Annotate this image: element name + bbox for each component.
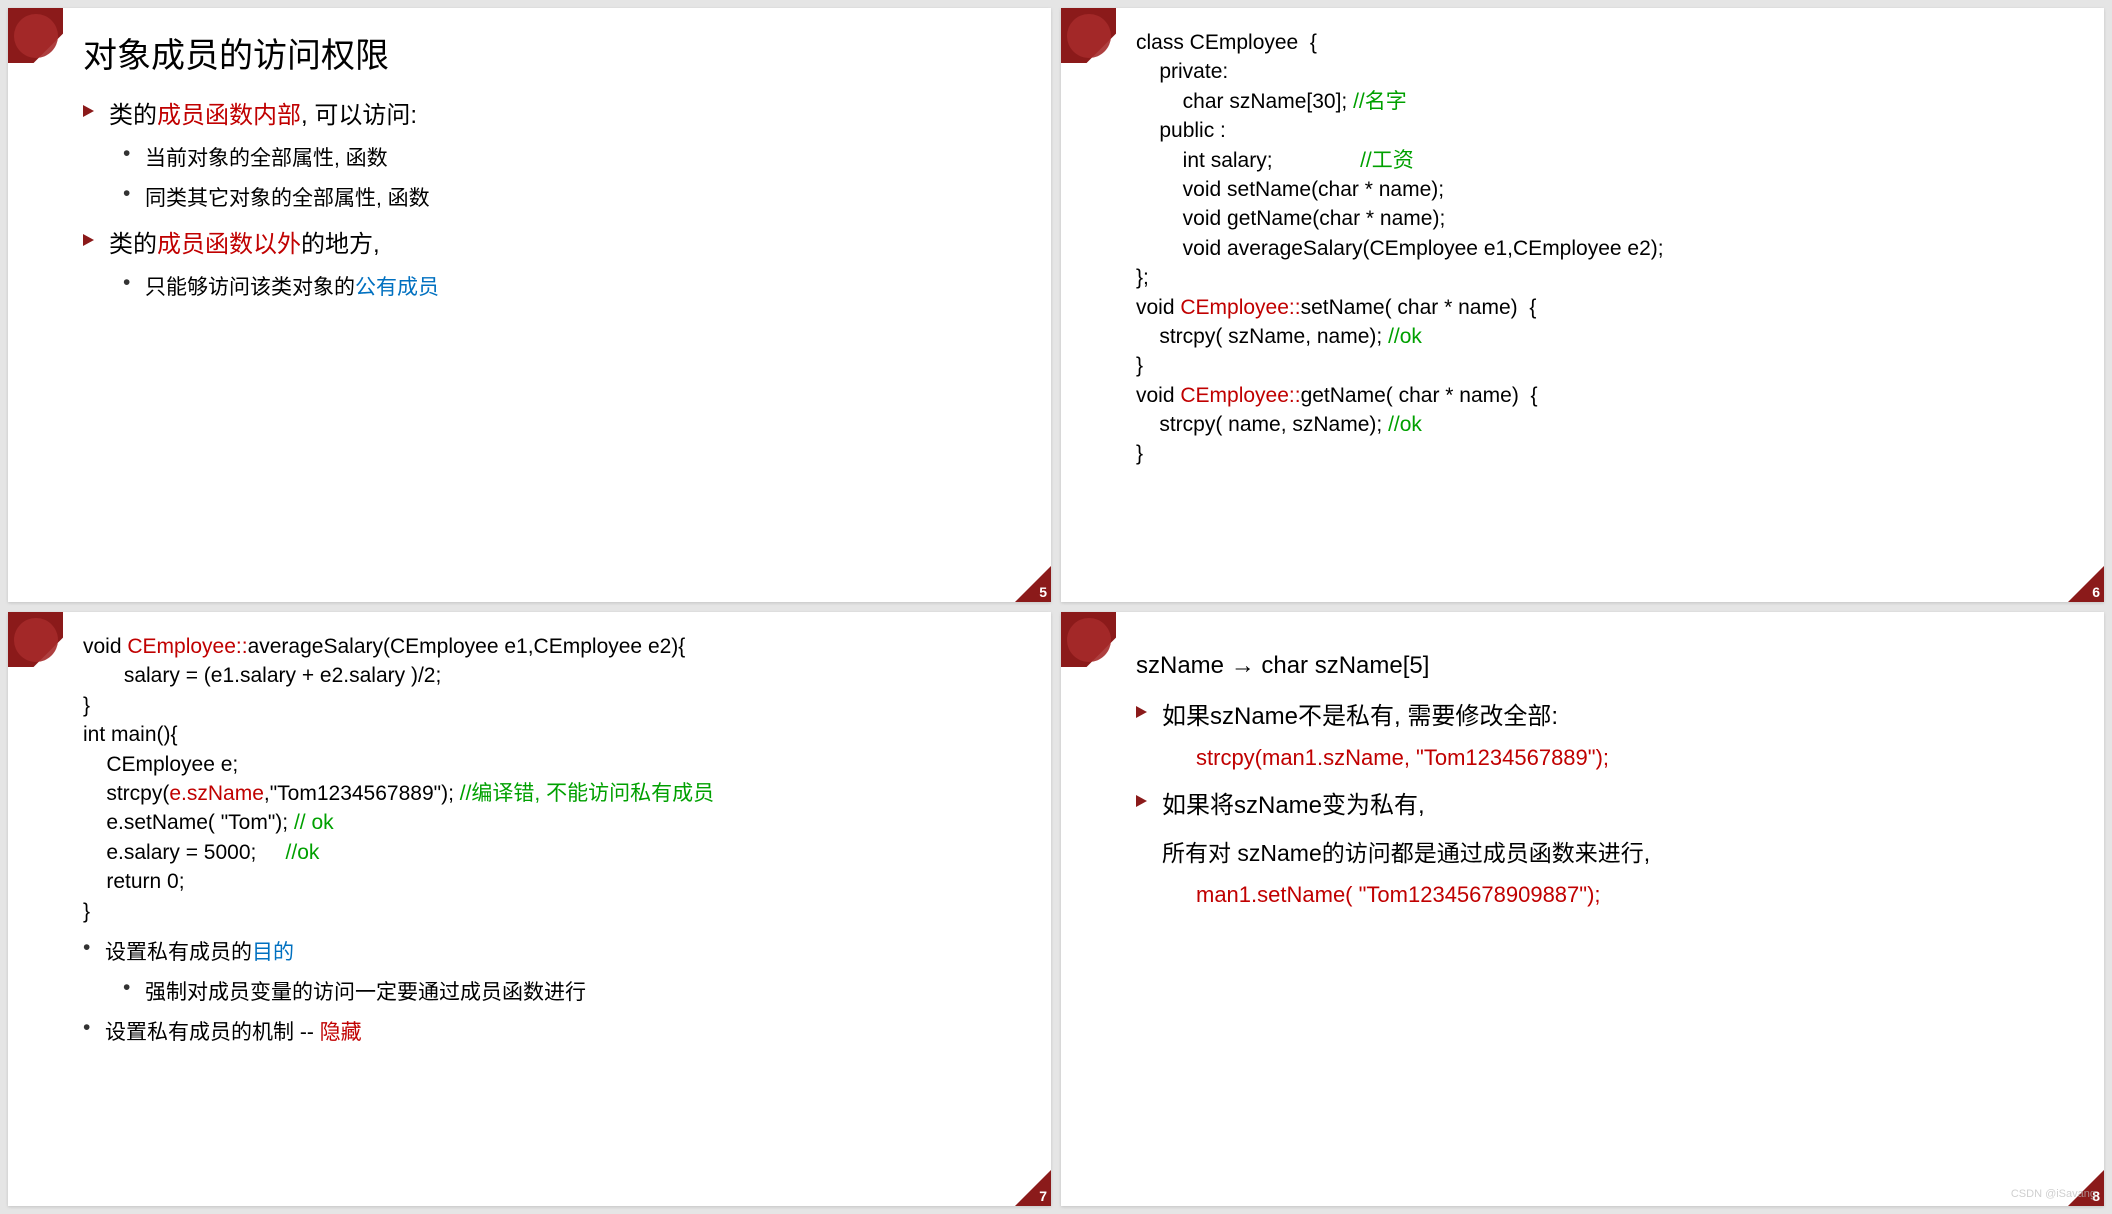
bullet: 类的成员函数内部, 可以访问:: [83, 95, 1011, 130]
bullet: 如果szName不是私有, 需要修改全部:: [1136, 696, 2064, 731]
code-block: void CEmployee::averageSalary(CEmployee …: [83, 632, 1011, 926]
text-line: 所有对 szName的访问都是通过成员函数来进行,: [1162, 834, 2064, 868]
page-number-badge: 6: [2068, 566, 2104, 602]
sub-bullet: 当前对象的全部属性, 函数: [123, 142, 1011, 172]
code-block: class CEmployee { private: char szName[3…: [1136, 28, 2064, 469]
code-line: strcpy(man1.szName, "Tom1234567889");: [1196, 745, 2064, 771]
slide-title: 对象成员的访问权限: [83, 28, 1011, 77]
logo-icon: [8, 612, 63, 667]
sub-bullet: 强制对成员变量的访问一定要通过成员函数进行: [123, 976, 1011, 1006]
slide-6: class CEmployee { private: char szName[3…: [1061, 8, 2104, 602]
logo-icon: [1061, 612, 1116, 667]
bullet: 类的成员函数以外的地方,: [83, 224, 1011, 259]
logo-icon: [8, 8, 63, 63]
watermark: CSDN @iSavang: [2011, 1188, 2096, 1200]
slide-7: void CEmployee::averageSalary(CEmployee …: [8, 612, 1051, 1206]
slide-5: 对象成员的访问权限 类的成员函数内部, 可以访问: 当前对象的全部属性, 函数 …: [8, 8, 1051, 602]
page-number-badge: 5: [1015, 566, 1051, 602]
logo-icon: [1061, 8, 1116, 63]
code-line: man1.setName( "Tom12345678909887");: [1196, 882, 2064, 908]
bullet: 设置私有成员的目的: [83, 936, 1011, 966]
sub-bullet: 同类其它对象的全部属性, 函数: [123, 182, 1011, 212]
sub-bullet: 只能够访问该类对象的公有成员: [123, 271, 1011, 301]
bullet: 设置私有成员的机制 -- 隐藏: [83, 1016, 1011, 1046]
slide-8: szName → char szName[5] 如果szName不是私有, 需要…: [1061, 612, 2104, 1206]
page-number-badge: 7: [1015, 1170, 1051, 1206]
heading-line: szName → char szName[5]: [1136, 652, 2064, 680]
bullet: 如果将szName变为私有,: [1136, 785, 2064, 820]
